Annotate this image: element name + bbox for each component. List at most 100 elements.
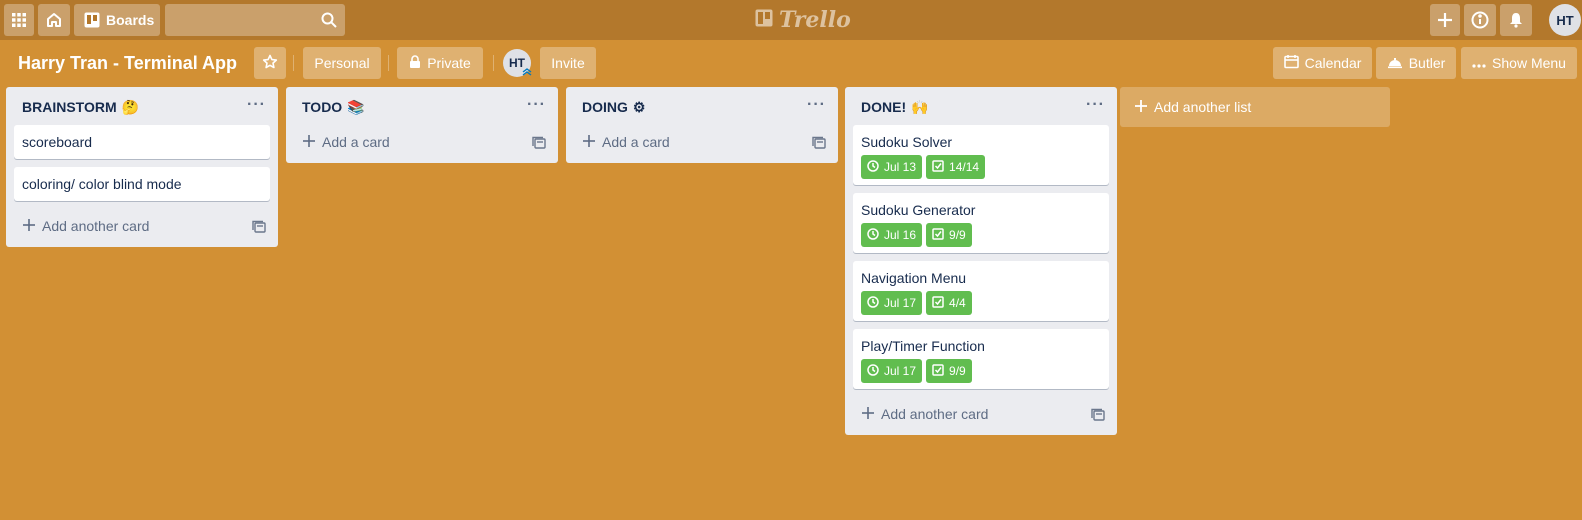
books-icon: 📚 bbox=[347, 99, 365, 115]
more-dots-icon bbox=[1472, 55, 1486, 71]
admin-chevron-icon bbox=[522, 65, 532, 79]
card-template-icon[interactable] bbox=[1091, 408, 1105, 427]
thinking-face-icon: 🤔 bbox=[121, 99, 140, 115]
butler-button[interactable]: Butler bbox=[1376, 47, 1456, 79]
search-input[interactable] bbox=[165, 4, 345, 36]
list-doing: DOING ⚙ ··· Add a card bbox=[566, 87, 838, 163]
trello-logo-text: Trello bbox=[779, 7, 851, 33]
list-menu-icon[interactable]: ··· bbox=[1086, 95, 1105, 115]
checklist-label: 9/9 bbox=[949, 364, 966, 378]
boards-button[interactable]: Boards bbox=[74, 4, 160, 36]
list-footer: Add another card bbox=[6, 209, 278, 247]
plus-icon bbox=[861, 406, 875, 423]
due-date-badge[interactable]: Jul 17 bbox=[861, 359, 923, 383]
card[interactable]: scoreboard bbox=[14, 125, 270, 159]
show-menu-button[interactable]: Show Menu bbox=[1461, 47, 1577, 79]
checklist-label: 14/14 bbox=[949, 160, 980, 174]
list-header[interactable]: DONE! 🙌 ··· bbox=[845, 87, 1117, 125]
due-date-badge[interactable]: Jul 17 bbox=[861, 291, 923, 315]
user-avatar[interactable]: HT bbox=[1549, 4, 1581, 36]
list-menu-icon[interactable]: ··· bbox=[807, 95, 826, 115]
due-date-badge[interactable]: Jul 16 bbox=[861, 223, 923, 247]
card[interactable]: Sudoku Generator Jul 16 9/9 bbox=[853, 193, 1109, 253]
add-card-button[interactable]: Add a card bbox=[574, 128, 830, 156]
list-footer: Add another card bbox=[845, 397, 1117, 435]
member-avatar[interactable]: HT bbox=[503, 49, 532, 79]
card[interactable]: coloring/ color blind mode bbox=[14, 167, 270, 201]
calendar-label: Calendar bbox=[1304, 55, 1362, 71]
apps-button[interactable] bbox=[4, 4, 34, 36]
checkbox-icon bbox=[932, 363, 944, 379]
add-card-button[interactable]: Add another card bbox=[853, 400, 1109, 428]
list-menu-icon[interactable]: ··· bbox=[247, 95, 266, 115]
star-button[interactable] bbox=[254, 47, 286, 79]
due-date-badge[interactable]: Jul 13 bbox=[861, 155, 923, 179]
card[interactable]: Play/Timer Function Jul 17 9/9 bbox=[853, 329, 1109, 389]
add-card-button[interactable]: Add a card bbox=[294, 128, 550, 156]
gear-icon: ⚙ bbox=[632, 99, 646, 115]
card-template-icon[interactable] bbox=[812, 136, 826, 155]
header-divider bbox=[388, 55, 389, 71]
search-box[interactable] bbox=[165, 4, 345, 36]
due-date-label: Jul 13 bbox=[884, 160, 917, 174]
notifications-button[interactable] bbox=[1500, 4, 1532, 36]
invite-label: Invite bbox=[551, 55, 585, 71]
bell-icon bbox=[1508, 12, 1524, 28]
card-title: Navigation Menu bbox=[861, 270, 967, 286]
list-header[interactable]: DOING ⚙ ··· bbox=[566, 87, 838, 125]
create-button[interactable] bbox=[1430, 4, 1460, 36]
team-label: Personal bbox=[314, 55, 370, 71]
due-date-label: Jul 16 bbox=[884, 228, 917, 242]
butler-label: Butler bbox=[1408, 55, 1446, 71]
card-title: scoreboard bbox=[22, 134, 93, 150]
visibility-button[interactable]: Private bbox=[397, 47, 483, 79]
card[interactable]: Navigation Menu Jul 17 4/4 bbox=[853, 261, 1109, 321]
card-template-icon[interactable] bbox=[252, 220, 266, 239]
add-list-button[interactable]: Add another list bbox=[1120, 87, 1390, 127]
boards-label: Boards bbox=[106, 12, 155, 28]
board-title[interactable]: Harry Tran - Terminal App bbox=[18, 51, 237, 75]
add-card-label: Add a card bbox=[602, 134, 670, 150]
checklist-badge: 9/9 bbox=[926, 359, 972, 383]
add-card-label: Add a card bbox=[322, 134, 390, 150]
calendar-icon bbox=[1283, 54, 1299, 72]
checklist-badge: 4/4 bbox=[926, 291, 972, 315]
card-template-icon[interactable] bbox=[532, 136, 546, 155]
card-badges: Jul 13 14/14 bbox=[861, 155, 1101, 179]
list-header[interactable]: TODO 📚 ··· bbox=[286, 87, 558, 125]
add-list-label: Add another list bbox=[1154, 99, 1252, 115]
team-button[interactable]: Personal bbox=[303, 47, 381, 79]
card[interactable]: Sudoku Solver Jul 13 14/14 bbox=[853, 125, 1109, 185]
visibility-label: Private bbox=[427, 55, 471, 71]
checklist-label: 9/9 bbox=[949, 228, 966, 242]
info-button[interactable] bbox=[1464, 4, 1496, 36]
list-footer: Add a card bbox=[286, 125, 558, 163]
header-divider bbox=[493, 55, 494, 71]
trello-logo[interactable]: Trello bbox=[755, 6, 851, 34]
card-title: coloring/ color blind mode bbox=[22, 176, 182, 192]
list-done: DONE! 🙌 ··· Sudoku Solver Jul 13 14/14 S… bbox=[845, 87, 1117, 435]
list-header[interactable]: BRAINSTORM 🤔 ··· bbox=[6, 87, 278, 125]
plus-icon bbox=[1134, 99, 1148, 116]
board-icon bbox=[84, 12, 100, 28]
due-date-label: Jul 17 bbox=[884, 296, 917, 310]
add-card-button[interactable]: Add another card bbox=[14, 212, 270, 240]
calendar-button[interactable]: Calendar bbox=[1273, 47, 1372, 79]
add-card-label: Add another card bbox=[881, 406, 989, 422]
list-menu-icon[interactable]: ··· bbox=[527, 95, 546, 115]
clock-icon bbox=[867, 295, 879, 311]
invite-button[interactable]: Invite bbox=[540, 47, 596, 79]
checklist-label: 4/4 bbox=[949, 296, 966, 310]
home-icon bbox=[46, 12, 62, 28]
checkbox-icon bbox=[932, 295, 944, 311]
clock-icon bbox=[867, 363, 879, 379]
card-list: scoreboard coloring/ color blind mode bbox=[6, 125, 278, 201]
list-title: BRAINSTORM bbox=[22, 99, 117, 115]
lock-icon bbox=[409, 54, 421, 72]
list-todo: TODO 📚 ··· Add a card bbox=[286, 87, 558, 163]
apps-grid-icon bbox=[12, 13, 26, 27]
card-badges: Jul 17 4/4 bbox=[861, 291, 1101, 315]
home-button[interactable] bbox=[38, 4, 70, 36]
card-title: Sudoku Solver bbox=[861, 134, 953, 150]
plus-icon bbox=[582, 134, 596, 151]
